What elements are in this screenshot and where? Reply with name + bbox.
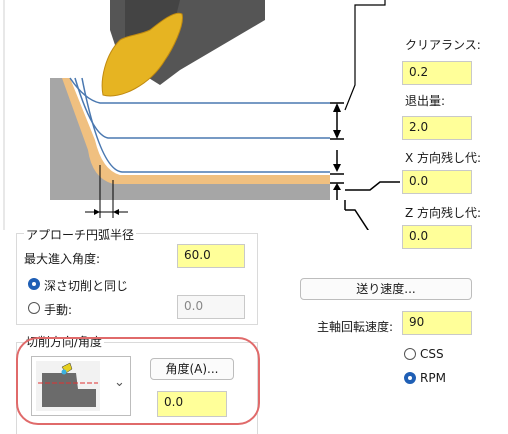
direction-dropdown[interactable]: ⌄ [31, 356, 131, 416]
z-allowance-field[interactable]: 0.0 [402, 225, 472, 249]
rpm-radio[interactable] [404, 372, 416, 384]
approach-arc-group-title: アプローチ円弧半径 [24, 226, 137, 243]
same-as-depth-radio[interactable] [28, 278, 40, 290]
rpm-label: RPM [420, 371, 446, 385]
feed-rate-button[interactable]: 送り速度... [300, 278, 472, 300]
angle-field[interactable]: 0.0 [157, 391, 227, 417]
spindle-speed-field[interactable]: 90 [402, 311, 472, 335]
max-entry-angle-label: 最大進入角度: [24, 252, 101, 266]
stock-allowance [62, 78, 330, 184]
toolpath-diagram [3, 0, 400, 230]
spindle-speed-label: 主軸回転速度: [317, 320, 394, 334]
z-allowance-label: Z 方向残し代: [405, 206, 482, 220]
css-radio[interactable] [404, 348, 416, 360]
clearance-label: クリアランス: [405, 38, 481, 52]
direction-preview-icon [36, 361, 100, 411]
angle-button[interactable]: 角度(A)... [150, 358, 234, 380]
manual-radio[interactable] [28, 302, 40, 314]
x-allowance-field[interactable]: 0.0 [402, 170, 472, 194]
max-entry-angle-field[interactable]: 60.0 [177, 244, 245, 268]
x-allowance-label: X 方向残し代: [405, 151, 482, 165]
retract-label: 退出量: [405, 94, 446, 108]
chevron-down-icon: ⌄ [114, 375, 125, 390]
clearance-field[interactable]: 0.2 [402, 61, 472, 85]
retract-field[interactable]: 2.0 [402, 116, 472, 140]
same-as-depth-label: 深さ切削と同じ [44, 279, 129, 293]
manual-label: 手動: [44, 303, 73, 317]
css-label: CSS [420, 347, 444, 361]
manual-radius-field[interactable]: 0.0 [177, 295, 245, 319]
